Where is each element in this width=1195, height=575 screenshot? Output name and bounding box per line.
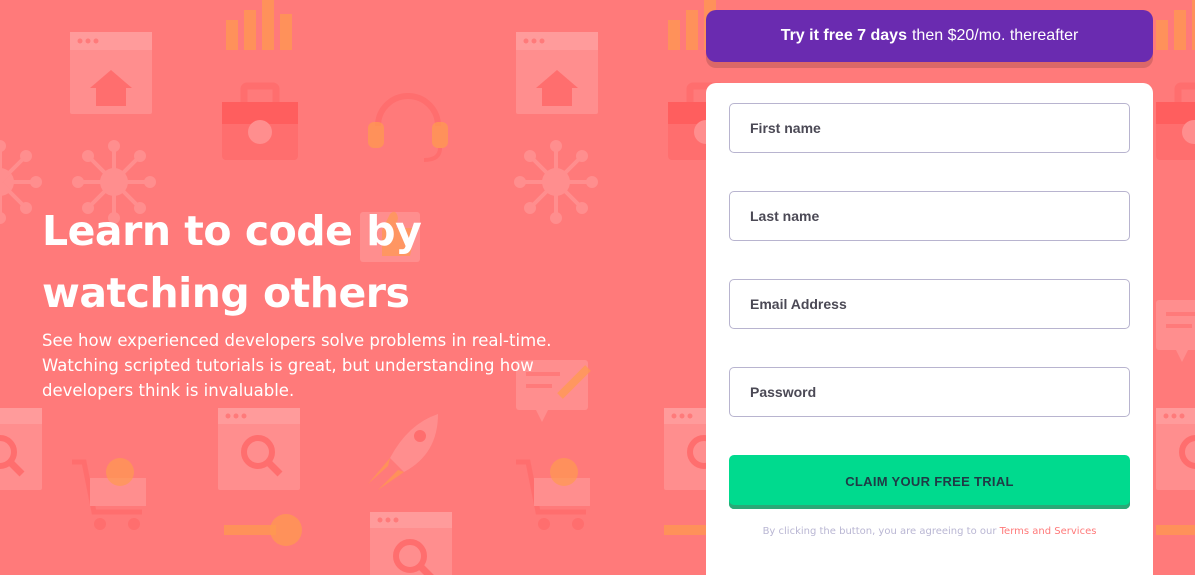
signup-form: CLAIM YOUR FREE TRIAL By clicking the bu…	[706, 83, 1153, 575]
terms-link[interactable]: Terms and Services	[1000, 526, 1097, 537]
claim-free-trial-button[interactable]: CLAIM YOUR FREE TRIAL	[729, 455, 1130, 509]
hero-description: See how experienced developers solve pro…	[42, 331, 552, 400]
hero-title: Learn to code by watching others	[42, 207, 422, 317]
hero-section: Learn to code by watching others See how…	[42, 200, 582, 403]
trial-promo-banner: Try it free 7 days then $20/mo. thereaft…	[706, 10, 1153, 62]
email-input[interactable]	[729, 279, 1130, 329]
terms-notice: By clicking the button, you are agreeing…	[706, 526, 1153, 537]
promo-bold-text: Try it free 7 days	[780, 27, 907, 44]
promo-price-text: then $20/mo. thereafter	[911, 27, 1079, 44]
terms-prefix-text: By clicking the button, you are agreeing…	[762, 526, 997, 537]
first-name-input[interactable]	[729, 103, 1130, 153]
password-input[interactable]	[729, 367, 1130, 417]
last-name-input[interactable]	[729, 191, 1130, 241]
